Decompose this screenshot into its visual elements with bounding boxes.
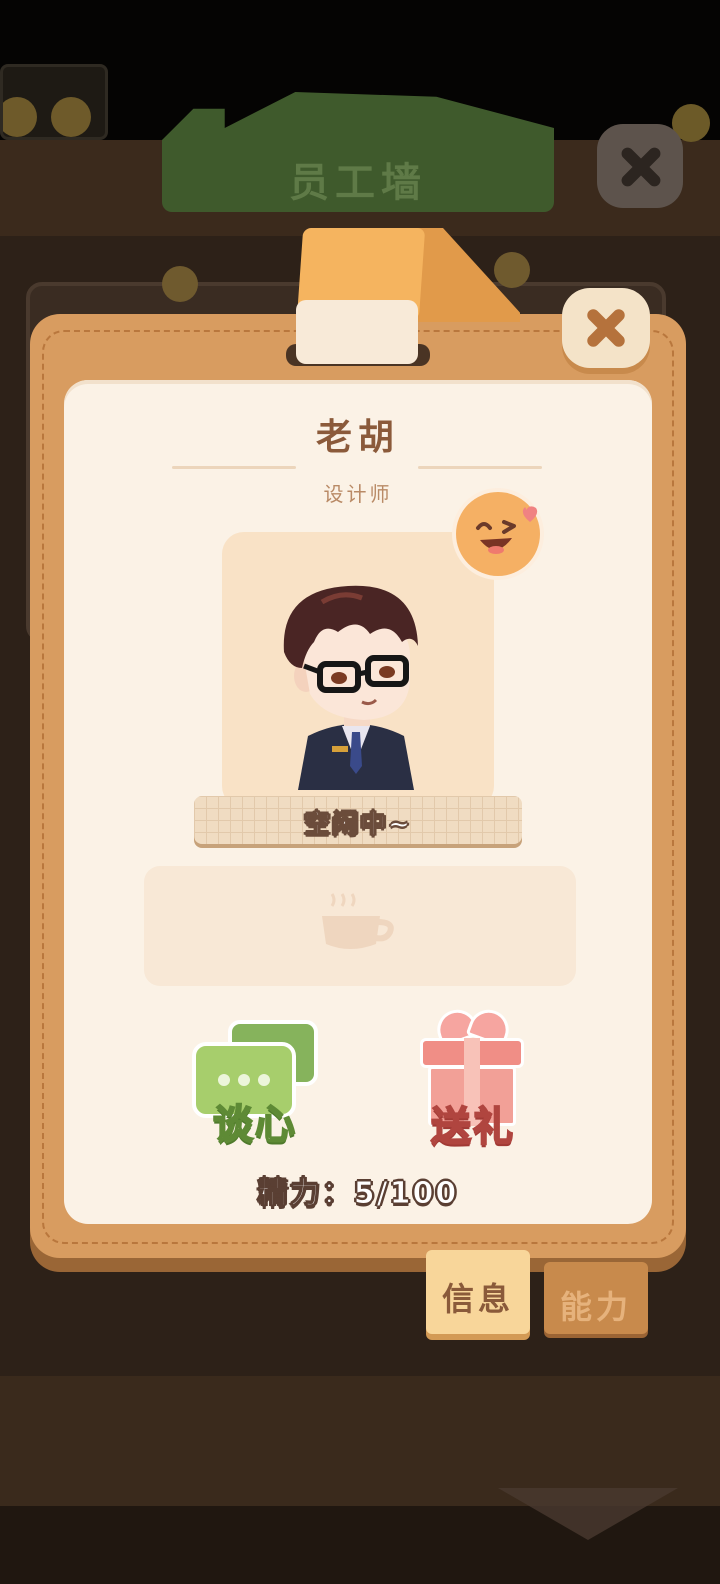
mood-icon: [452, 488, 544, 580]
divider-right: [418, 466, 542, 469]
tab-info[interactable]: 信息: [426, 1250, 530, 1334]
pin-icon: [494, 252, 530, 288]
floor: [0, 1376, 720, 1506]
employee-avatar[interactable]: [262, 576, 450, 790]
toy-vehicle-icon: [0, 64, 108, 140]
gift-button[interactable]: 送礼: [416, 1004, 530, 1151]
chat-label: 谈心: [212, 1101, 297, 1149]
coffee-cup-icon: [320, 888, 400, 958]
divider-left: [172, 466, 296, 469]
employee-name: 老胡: [315, 417, 400, 458]
pin-icon: [162, 266, 198, 302]
background-close-icon: [597, 124, 683, 208]
tab-ability[interactable]: 能力: [544, 1262, 648, 1334]
status-text: 空闲中~: [304, 810, 412, 841]
close-button[interactable]: [562, 288, 650, 368]
clip-bar: [296, 300, 418, 364]
employee-job: 设计师: [323, 482, 393, 506]
scroll-arrow-icon: [498, 1488, 678, 1540]
chat-button[interactable]: 谈心: [188, 1008, 322, 1149]
background-title: 员工墙: [289, 160, 427, 206]
tab-ability-label: 能力: [559, 1288, 632, 1326]
energy-readout: 精力：5/100: [64, 1168, 652, 1212]
gift-label: 送礼: [430, 1103, 515, 1151]
tab-info-label: 信息: [441, 1280, 514, 1318]
energy-value: 5/100: [353, 1176, 459, 1212]
energy-label: 精力：: [257, 1176, 354, 1212]
